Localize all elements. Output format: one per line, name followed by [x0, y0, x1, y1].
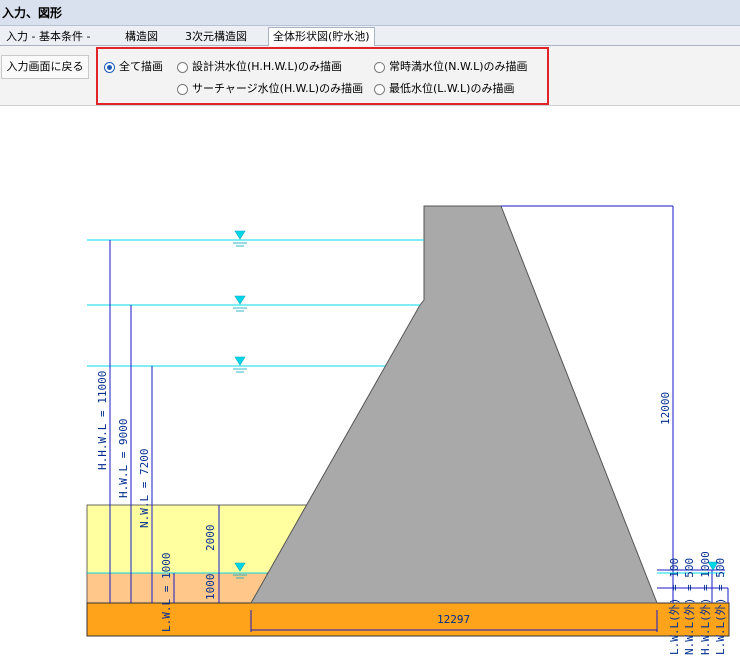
- tab-basic-conditions[interactable]: 入力 - 基本条件 -: [2, 28, 94, 45]
- radio-label: 設計洪水位(H.H.W.L)のみ描画: [192, 60, 342, 73]
- radio-label: 常時満水位(N.W.L)のみ描画: [389, 60, 528, 73]
- tab-overall-shape[interactable]: 全体形状図(貯水池): [268, 27, 375, 47]
- radio-unselected-icon: [374, 83, 385, 95]
- radio-unselected-icon: [177, 83, 188, 95]
- lwl-label: L.W.L = 1000: [160, 553, 173, 632]
- dim-2000-label: 2000: [204, 525, 217, 552]
- hhwl-label: H.H.W.L = 11000: [96, 371, 109, 470]
- radio-hhwl-only[interactable]: 設計洪水位(H.H.W.L)のみ描画: [177, 60, 342, 74]
- right-label-1: L.W.L(外) = 100: [668, 558, 681, 655]
- right-label-4: L.W.L(外) = 500: [714, 558, 727, 655]
- radio-hwl-only[interactable]: サーチャージ水位(H.W.L)のみ描画: [177, 82, 363, 96]
- radio-label: 全て描画: [119, 60, 163, 73]
- highlight-box: [96, 47, 549, 105]
- tab-structure-drawing[interactable]: 構造図: [121, 28, 162, 45]
- dim-12297-label: 12297: [437, 613, 470, 626]
- right-label-3: H.W.L(外) = 1000: [699, 551, 712, 655]
- radio-unselected-icon: [374, 61, 385, 73]
- radio-draw-all[interactable]: 全て描画: [104, 60, 163, 74]
- radio-label: サーチャージ水位(H.W.L)のみ描画: [192, 82, 364, 95]
- right-label-2: N.W.L(外) = 500: [683, 558, 696, 655]
- radio-selected-icon: [104, 61, 115, 73]
- dim-1000-label: 1000: [204, 574, 217, 601]
- reservoir-drawing: H.H.W.L = 11000 H.W.L = 9000 N.W.L = 720…: [86, 205, 730, 655]
- dim-12000-label: 12000: [659, 392, 672, 425]
- hwl-label: H.W.L = 9000: [117, 419, 130, 498]
- back-to-input-button[interactable]: 入力画面に戻る: [1, 55, 89, 79]
- drawing-canvas: H.H.W.L = 11000 H.W.L = 9000 N.W.L = 720…: [0, 106, 740, 655]
- window-title: 入力、図形: [0, 0, 740, 26]
- radio-lwl-only[interactable]: 最低水位(L.W.L)のみ描画: [374, 82, 514, 96]
- tab-bar: 入力 - 基本条件 - 構造図 3次元構造図 全体形状図(貯水池): [0, 26, 740, 47]
- nwl-label: N.W.L = 7200: [138, 449, 151, 528]
- control-bar: 入力画面に戻る 全て描画 設計洪水位(H.H.W.L)のみ描画 常時満水位(N.…: [0, 46, 740, 106]
- base-slab: [86, 602, 730, 637]
- radio-nwl-only[interactable]: 常時満水位(N.W.L)のみ描画: [374, 60, 528, 74]
- dam-body: [250, 205, 658, 604]
- tab-3d-structure[interactable]: 3次元構造図: [181, 28, 251, 45]
- radio-label: 最低水位(L.W.L)のみ描画: [389, 82, 515, 95]
- radio-unselected-icon: [177, 61, 188, 73]
